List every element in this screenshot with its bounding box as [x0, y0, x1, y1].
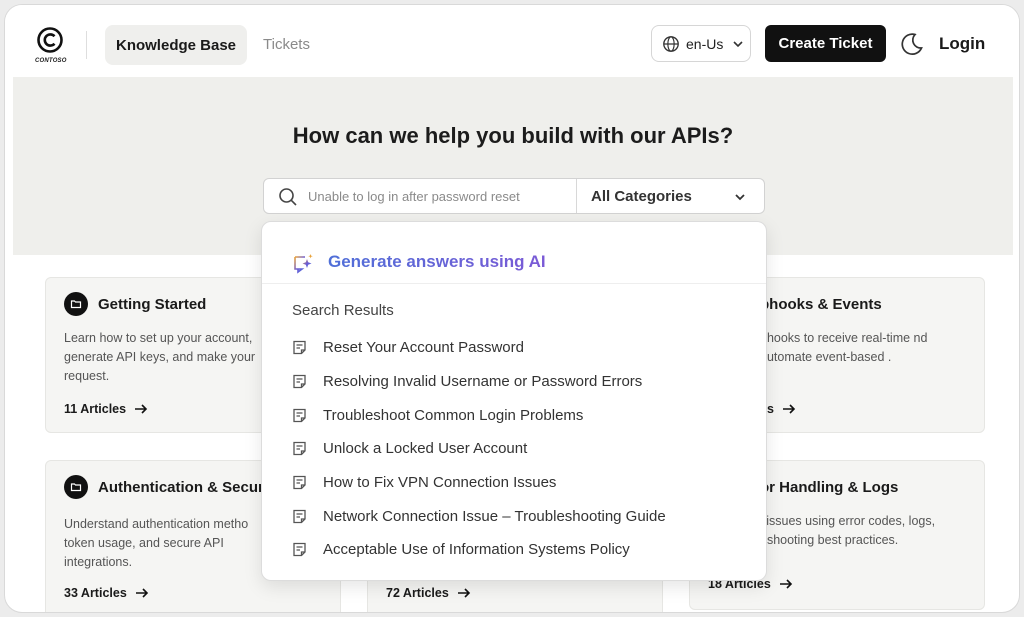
arrow-right-icon	[135, 404, 148, 414]
search-bar: All Categories	[263, 178, 765, 214]
card-title: or Handling & Logs	[760, 479, 899, 496]
result-item[interactable]: Troubleshoot Common Login Problems	[292, 404, 583, 426]
result-title: How to Fix VPN Connection Issues	[323, 473, 557, 491]
result-title: Reset Your Account Password	[323, 338, 524, 356]
document-icon	[293, 374, 306, 388]
document-icon	[293, 509, 306, 523]
moon-icon[interactable]	[899, 31, 925, 57]
chevron-down-icon	[733, 40, 743, 47]
arrow-right-icon	[457, 588, 470, 598]
article-count-label: 11 Articles	[64, 402, 127, 416]
card-description: bhooks to receive real-time nd automate …	[760, 331, 928, 364]
article-count-label: 72 Articles	[386, 586, 449, 600]
result-item[interactable]: Acceptable Use of Information Systems Po…	[292, 538, 630, 560]
result-title: Network Connection Issue – Troubleshooti…	[323, 507, 666, 525]
arrow-right-icon	[135, 588, 148, 598]
card-title: Getting Started	[98, 296, 207, 313]
card-description: Understand authentication metho token us…	[64, 517, 249, 569]
contoso-logo[interactable]: CONTOSO	[35, 27, 67, 67]
arrow-right-icon	[779, 579, 792, 589]
result-title: Troubleshoot Common Login Problems	[323, 406, 584, 424]
article-count-label: 33 Articles	[64, 586, 127, 600]
document-icon	[293, 340, 306, 354]
header-divider	[86, 31, 87, 59]
arrow-right-icon	[782, 404, 796, 414]
ai-sparkle-icon	[294, 254, 313, 274]
result-item[interactable]: Unlock a Locked User Account	[292, 437, 527, 459]
category-select[interactable]: All Categories	[591, 188, 692, 205]
document-icon	[293, 408, 306, 422]
document-icon	[293, 542, 306, 556]
document-icon	[293, 441, 306, 455]
document-icon	[293, 475, 306, 489]
app-frame: CONTOSO Knowledge Base Tickets en-Us Cre…	[4, 4, 1020, 613]
language-selector[interactable]: en-Us	[651, 25, 751, 62]
tab-tickets[interactable]: Tickets	[263, 36, 310, 53]
ai-label: Generate answers using AI	[328, 252, 546, 271]
result-item[interactable]: Reset Your Account Password	[292, 336, 524, 358]
card-title: Authentication & Secur	[98, 479, 264, 496]
create-ticket-button[interactable]: Create Ticket	[765, 25, 886, 62]
results-heading: Search Results	[292, 302, 394, 319]
card-article-count[interactable]: 11 Articles	[64, 402, 148, 416]
result-item[interactable]: How to Fix VPN Connection Issues	[292, 471, 556, 493]
generate-ai-answers-option[interactable]: Generate answers using AI	[262, 222, 766, 284]
page-title: How can we help you build with our APIs?	[292, 123, 734, 148]
card-title: phooks & Events	[760, 296, 882, 313]
tab-knowledge-base[interactable]: Knowledge Base	[105, 25, 247, 65]
result-item[interactable]: Network Connection Issue – Troubleshooti…	[292, 505, 666, 527]
result-item[interactable]: Resolving Invalid Username or Password E…	[292, 370, 642, 392]
card-article-count[interactable]: 33 Articles	[64, 586, 149, 600]
logo-text: CONTOSO	[35, 58, 67, 64]
search-divider	[576, 179, 577, 213]
folder-icon	[64, 292, 88, 316]
top-header: CONTOSO Knowledge Base Tickets en-Us Cre…	[5, 5, 1019, 77]
copyright-logo-icon	[37, 27, 63, 53]
card-article-count[interactable]: 72 Articles	[386, 586, 471, 600]
result-title: Resolving Invalid Username or Password E…	[323, 372, 643, 390]
search-input[interactable]	[308, 179, 570, 213]
login-link[interactable]: Login	[939, 34, 985, 54]
language-label: en-Us	[686, 35, 724, 52]
globe-icon	[663, 35, 679, 52]
card-description: Learn how to set up your account, genera…	[64, 331, 256, 383]
search-icon	[279, 188, 297, 206]
result-title: Acceptable Use of Information Systems Po…	[323, 540, 630, 558]
chevron-down-icon[interactable]	[732, 189, 748, 205]
result-title: Unlock a Locked User Account	[323, 439, 528, 457]
folder-icon	[64, 475, 88, 499]
card-description: l issues using error codes, logs, eshoot…	[760, 514, 936, 547]
search-results-dropdown: Generate answers using AI Search Results…	[261, 221, 767, 581]
